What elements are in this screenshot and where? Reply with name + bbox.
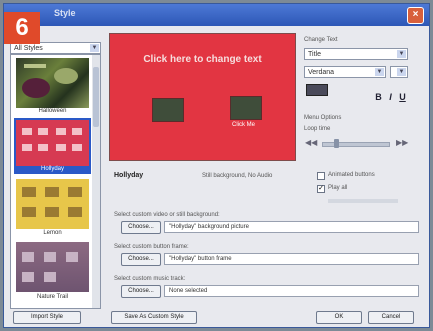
step-badge: 6 (4, 12, 40, 44)
font-dropdown[interactable]: Verdana ▼ (304, 66, 386, 78)
play-all-option-disabled (328, 199, 398, 203)
halloween-preview-icon (22, 64, 78, 98)
fast-forward-icon[interactable]: ▶▶ (396, 138, 408, 147)
style-thumb-lemon[interactable] (16, 179, 89, 229)
custom-music-field[interactable]: None selected (164, 285, 419, 297)
preview-thumbnail-1[interactable] (152, 98, 184, 122)
title-bar: Style × (4, 4, 429, 26)
chevron-down-icon: ▼ (375, 68, 384, 76)
style-background-info: Still background, No Audio (202, 173, 273, 179)
preview-button-label: Click Me (232, 122, 256, 128)
scrollbar-thumb[interactable] (93, 67, 99, 127)
text-color-swatch[interactable] (306, 84, 328, 96)
text-type-dropdown[interactable]: Title ▼ (304, 48, 408, 60)
custom-music-label: Select custom music track: (114, 276, 186, 282)
close-button[interactable]: × (407, 7, 424, 24)
menu-options-heading: Menu Options (304, 115, 342, 121)
custom-button-frame-field[interactable]: "Hollyday" button frame (164, 253, 419, 265)
italic-button[interactable]: I (386, 92, 395, 102)
style-label-nature-trail: Nature Trail (36, 294, 68, 300)
nature-trail-preview-icon (22, 252, 78, 282)
bold-button[interactable]: B (374, 92, 383, 102)
cancel-button[interactable]: Cancel (368, 311, 414, 324)
preview-headline[interactable]: Click here to change text (110, 54, 295, 65)
font-size-dropdown[interactable]: ▼ (390, 66, 408, 78)
change-text-heading: Change Text (304, 37, 338, 43)
play-all-checkbox[interactable]: ✓ (317, 185, 325, 193)
style-thumb-halloween[interactable] (16, 58, 89, 108)
style-name: Hollyday (114, 172, 144, 179)
style-label-lemon: Lemon (43, 230, 62, 236)
choose-background-button[interactable]: Choose... (121, 221, 161, 234)
font-value: Verdana (308, 69, 335, 76)
chevron-down-icon: ▼ (397, 50, 406, 58)
choose-button-frame-button[interactable]: Choose... (121, 253, 161, 266)
style-thumb-nature-trail[interactable] (16, 242, 89, 292)
play-all-label: Play all (328, 185, 348, 191)
hollyday-preview-icon (22, 128, 82, 151)
animated-buttons-label: Animated buttons (328, 172, 375, 178)
animated-buttons-checkbox[interactable] (317, 172, 325, 180)
import-style-button[interactable]: Import Style (13, 311, 81, 324)
style-label-hollyday: Hollyday (14, 166, 91, 172)
rewind-icon[interactable]: ◀◀ (305, 138, 317, 147)
custom-button-frame-label: Select custom button frame: (114, 244, 189, 250)
style-list-scrollbar[interactable] (92, 55, 100, 308)
chevron-down-icon: ▼ (90, 44, 99, 52)
preview-thumbnail-2[interactable] (230, 96, 262, 120)
lemon-preview-icon (22, 187, 82, 217)
loop-time-slider-knob[interactable] (334, 139, 339, 148)
screenshot-frame: 6 Style × All Styles ▼ Halloween Hollyda… (0, 0, 433, 331)
text-type-value: Title (308, 51, 321, 58)
custom-background-label: Select custom video or still background: (114, 212, 220, 218)
loop-time-slider[interactable] (322, 142, 390, 147)
style-label-halloween: Halloween (38, 108, 67, 114)
style-list: Halloween Hollyday Lemon Nature Trail (10, 54, 101, 309)
choose-music-button[interactable]: Choose... (121, 285, 161, 298)
window-title: Style (54, 8, 76, 18)
chevron-down-icon: ▼ (397, 68, 406, 76)
save-custom-style-button[interactable]: Save As Custom Style (111, 311, 197, 324)
underline-button[interactable]: U (398, 92, 407, 102)
loop-time-label: Loop time (304, 126, 331, 132)
ok-button[interactable]: OK (316, 311, 362, 324)
menu-preview[interactable]: Click here to change text Click Me (109, 33, 296, 161)
style-dialog: Style × All Styles ▼ Halloween Hollyday … (3, 3, 430, 328)
custom-background-field[interactable]: "Hollyday" background picture (164, 221, 419, 233)
style-filter-value: All Styles (14, 45, 43, 52)
